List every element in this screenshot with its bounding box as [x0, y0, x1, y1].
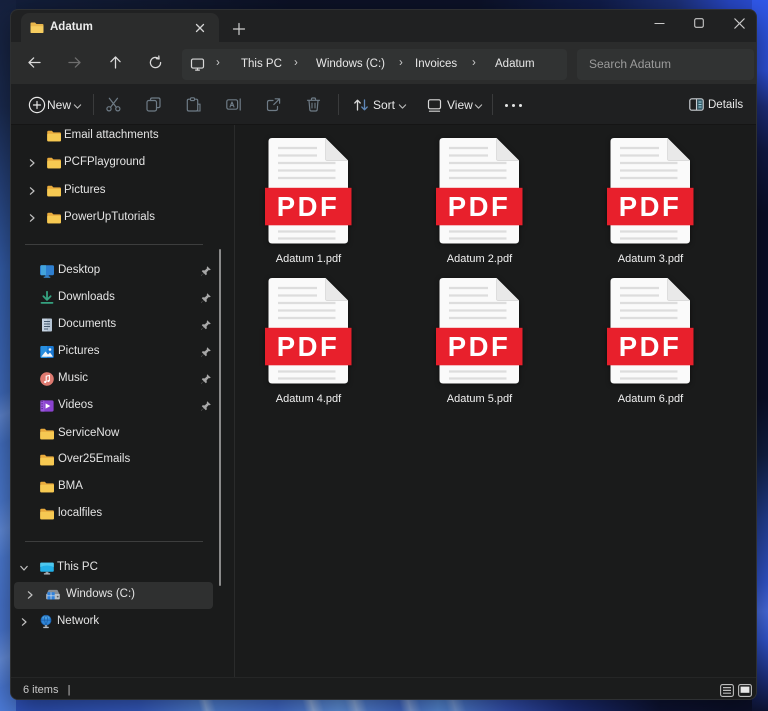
svg-text:PDF: PDF [448, 191, 511, 222]
svg-text:PDF: PDF [619, 331, 682, 362]
svg-text:PDF: PDF [277, 191, 340, 222]
svg-text:PDF: PDF [277, 331, 340, 362]
svg-text:PDF: PDF [619, 191, 682, 222]
svg-text:PDF: PDF [448, 331, 511, 362]
